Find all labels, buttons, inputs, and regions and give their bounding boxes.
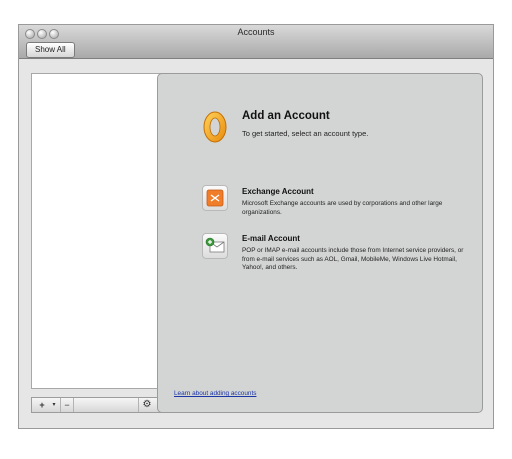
email-account-icon [205,237,225,253]
email-account-description: POP or IMAP e-mail accounts include thos… [242,247,464,271]
accounts-window: Accounts Show All + ▾ − ⚙ ▾ Add an Accou… [18,24,494,429]
add-account-panel: Add an Account To get started, select an… [157,73,483,413]
exchange-account-description: Microsoft Exchange accounts are used by … [242,200,443,216]
add-account-button[interactable]: + [34,398,50,412]
accounts-list-toolbar: + ▾ − ⚙ ▾ [31,397,167,413]
outlook-logo-icon [203,111,227,143]
exchange-account-title[interactable]: Exchange Account [242,187,314,196]
add-account-heading: Add an Account [242,110,330,122]
exchange-account-button[interactable] [202,185,228,211]
gear-icon[interactable]: ⚙ [138,398,155,412]
title-bar: Accounts Show All [19,25,493,59]
window-title: Accounts [237,27,275,37]
email-account-title[interactable]: E-mail Account [242,234,300,243]
add-account-subheading: To get started, select an account type. [242,129,369,138]
learn-about-adding-accounts-link[interactable]: Learn about adding accounts [174,390,256,397]
email-account-button[interactable] [202,233,228,259]
remove-account-button[interactable]: − [60,398,74,412]
show-all-button[interactable]: Show All [26,42,75,58]
accounts-list[interactable] [31,73,167,389]
exchange-icon [206,189,224,207]
add-account-dropdown-icon[interactable]: ▾ [50,398,58,412]
